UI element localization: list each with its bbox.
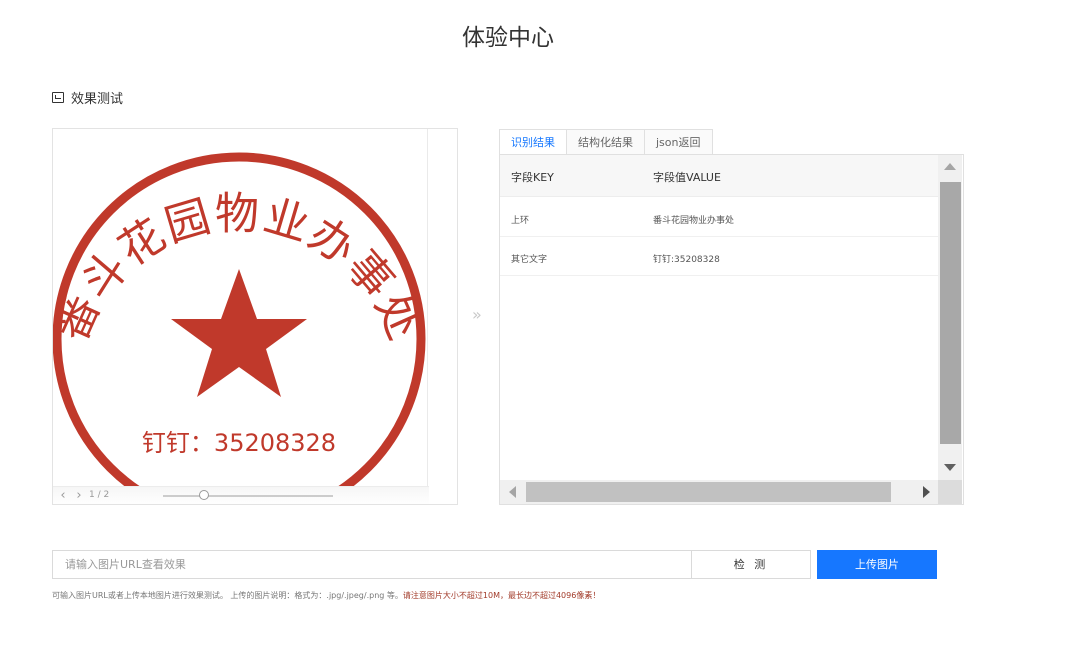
page-title: 体验中心 [462, 25, 554, 51]
column-header-value: 字段值VALUE [653, 171, 721, 184]
scroll-down-icon[interactable] [944, 464, 956, 471]
code-icon [52, 92, 64, 103]
tab-recognition-result[interactable]: 识别结果 [499, 129, 567, 155]
table-row: 其它文字 钉钉:35208328 [500, 237, 938, 276]
tab-json-return[interactable]: json返回 [645, 129, 713, 155]
image-viewer: 番斗花园物业办事处 钉钉：35208328 ‹ › 1 / 2 [52, 128, 458, 505]
upload-image-button[interactable]: 上传图片 [817, 550, 937, 579]
section-header: 效果测试 [52, 88, 123, 107]
scrollbar-corner [938, 480, 962, 504]
scroll-right-icon[interactable] [923, 486, 930, 498]
viewer-divider [427, 129, 428, 487]
section-label: 效果测试 [71, 92, 124, 107]
hint-warning: 请注意图片大小不超过10M，最长边不超过4096像素！ [402, 591, 601, 600]
scroll-left-icon[interactable] [509, 486, 516, 498]
table-row: 上环 番斗花园物业办事处 [500, 198, 938, 237]
vertical-scroll-thumb[interactable] [940, 182, 961, 444]
horizontal-scroll-thumb[interactable] [526, 482, 891, 502]
upload-hint: 可输入图片URL或者上传本地图片进行效果测试。 上传的图片说明：格式为：.jpg… [52, 590, 600, 601]
stamp-star [171, 269, 307, 397]
row-value: 钉钉:35208328 [653, 255, 720, 265]
result-tabs: 识别结果 结构化结果 json返回 [499, 129, 713, 155]
row-key: 上环 [511, 216, 530, 226]
chevron-left-icon[interactable]: ‹ [57, 489, 69, 503]
tab-structured-result[interactable]: 结构化结果 [567, 129, 645, 155]
zoom-slider-track[interactable] [163, 495, 333, 497]
detect-button[interactable]: 检 测 [691, 550, 811, 579]
row-value: 番斗花园物业办事处 [653, 216, 735, 226]
vertical-scrollbar[interactable] [938, 155, 962, 480]
stamp-image: 番斗花园物业办事处 钉钉：35208328 [53, 152, 428, 487]
stamp-center-text: 钉钉：35208328 [142, 429, 336, 457]
hint-text: 可输入图片URL或者上传本地图片进行效果测试。 上传的图片说明：格式为：.jpg… [52, 591, 403, 600]
result-table: 字段KEY 字段值VALUE 上环 番斗花园物业办事处 其它文字 钉钉:3520… [499, 154, 964, 505]
image-url-input[interactable] [52, 550, 692, 579]
scroll-up-icon[interactable] [944, 163, 956, 170]
table-header: 字段KEY 字段值VALUE [500, 155, 938, 197]
row-key: 其它文字 [511, 255, 548, 265]
horizontal-scrollbar[interactable] [500, 480, 938, 504]
page-indicator: 1 / 2 [89, 490, 110, 500]
double-chevron-right-icon: » [472, 305, 482, 324]
zoom-slider-handle[interactable] [199, 490, 209, 500]
column-header-key: 字段KEY [511, 171, 554, 184]
chevron-right-icon[interactable]: › [73, 489, 85, 503]
result-panel: 识别结果 结构化结果 json返回 字段KEY 字段值VALUE 上环 番斗花园… [499, 129, 964, 505]
viewer-toolbar: ‹ › 1 / 2 [53, 486, 429, 504]
